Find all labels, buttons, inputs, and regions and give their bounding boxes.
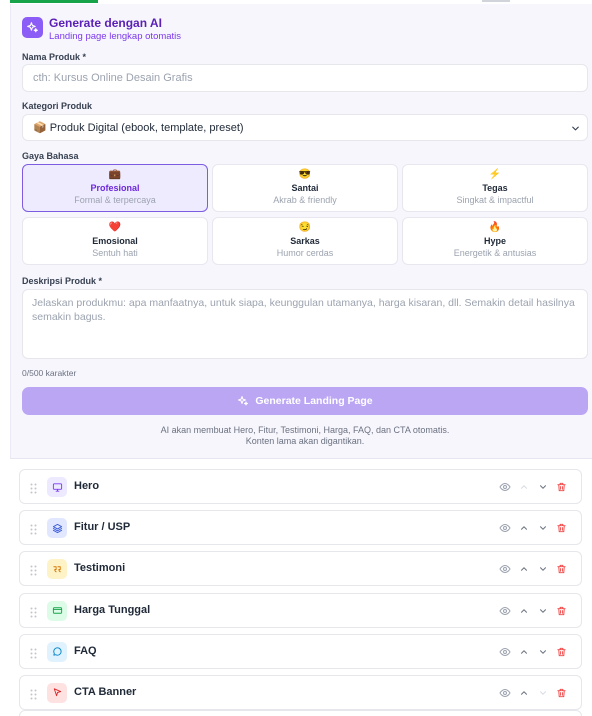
tone-option-emosional[interactable]: ❤️ Emosional Sentuh hati	[22, 217, 208, 265]
tone-emoji-icon: 😏	[298, 222, 312, 233]
chevron-up-icon[interactable]	[514, 562, 533, 576]
active-tab-indicator	[10, 0, 98, 3]
trash-icon[interactable]	[552, 686, 571, 700]
tone-name: Emosional	[92, 236, 138, 246]
chevron-down-icon[interactable]	[533, 562, 552, 576]
eye-icon[interactable]	[495, 604, 514, 618]
chevron-up-icon[interactable]	[514, 686, 533, 700]
trash-icon[interactable]	[552, 521, 571, 535]
tone-emoji-icon: 💼	[108, 169, 122, 180]
drag-handle-icon[interactable]	[30, 481, 37, 499]
trash-icon[interactable]	[552, 645, 571, 659]
section-list: Hero Fitur / USP Testimoni Harga Tunggal FAQ…	[19, 469, 582, 716]
tone-option-tegas[interactable]: ⚡ Tegas Singkat & impactful	[402, 164, 588, 212]
eye-icon[interactable]	[495, 562, 514, 576]
tone-description: Sentuh hati	[92, 248, 138, 258]
eye-icon[interactable]	[495, 521, 514, 535]
section-row-cta-banner[interactable]: CTA Banner	[19, 674, 582, 710]
tone-description: Formal & terpercaya	[74, 195, 156, 205]
sparkles-icon	[22, 17, 43, 38]
tone-name: Profesional	[90, 183, 140, 193]
drag-handle-icon[interactable]	[30, 522, 37, 540]
drag-handle-icon[interactable]	[30, 563, 37, 581]
tone-name: Santai	[291, 183, 319, 193]
tone-option-santai[interactable]: 😎 Santai Akrab & friendly	[212, 164, 398, 212]
trash-icon[interactable]	[552, 562, 571, 576]
quote-icon	[47, 559, 67, 580]
description-textarea[interactable]	[22, 289, 588, 359]
tone-name: Hype	[483, 236, 506, 246]
product-name-label: Nama Produk *	[22, 52, 87, 62]
section-name: Hero	[74, 480, 100, 492]
generate-note-line-2: Konten lama akan digantikan.	[245, 436, 365, 446]
section-row-hero[interactable]: Hero	[19, 469, 582, 504]
eye-icon[interactable]	[495, 480, 514, 494]
style-label: Gaya Bahasa	[22, 151, 79, 161]
section-row-partial	[19, 710, 582, 716]
section-row-faq[interactable]: FAQ	[19, 633, 582, 669]
tone-name: Sarkas	[290, 236, 320, 246]
tone-emoji-icon: ❤️	[108, 222, 122, 233]
tone-description: Akrab & friendly	[273, 195, 337, 205]
trash-icon[interactable]	[552, 604, 571, 618]
tone-description: Humor cerdas	[276, 248, 334, 258]
section-name: CTA Banner	[74, 685, 137, 698]
chevron-down-icon[interactable]	[533, 521, 552, 535]
chat-bubble-icon	[47, 641, 67, 662]
trash-icon[interactable]	[552, 480, 571, 494]
ai-panel-subtitle: Landing page lengkap otomatis	[49, 31, 182, 42]
section-name: Testimoni	[74, 562, 126, 575]
generate-landing-page-button[interactable]: Generate Landing Page	[22, 387, 588, 415]
generate-note: AI akan membuat Hero, Fitur, Testimoni, …	[22, 425, 588, 447]
ai-header: Generate dengan AI Landing page lengkap …	[22, 16, 181, 43]
category-selected-value: 📦 Produk Digital (ebook, template, prese…	[33, 122, 244, 134]
chevron-up-icon[interactable]	[514, 645, 533, 659]
tone-option-hype[interactable]: 🔥 Hype Energetik & antusias	[402, 217, 588, 265]
chevron-up-icon[interactable]	[514, 480, 533, 494]
section-row-harga-tunggal[interactable]: Harga Tunggal	[19, 592, 582, 628]
tone-description: Energetik & antusias	[453, 248, 537, 258]
product-name-input[interactable]	[22, 64, 588, 92]
section-row-fitur-usp[interactable]: Fitur / USP	[19, 510, 582, 546]
chevron-up-icon[interactable]	[514, 604, 533, 618]
category-label: Kategori Produk	[22, 101, 93, 111]
credit-card-icon	[47, 600, 67, 621]
tone-description: Singkat & impactful	[456, 195, 534, 205]
tone-emoji-icon: ⚡	[488, 169, 502, 180]
drag-handle-icon[interactable]	[30, 646, 37, 664]
tone-option-sarkas[interactable]: 😏 Sarkas Humor cerdas	[212, 217, 398, 265]
layers-icon	[47, 518, 67, 539]
tone-options: 💼 Profesional Formal & terpercaya 😎 Santai Ak…	[22, 164, 588, 265]
ai-generator-panel: Generate dengan AI Landing page lengkap …	[10, 4, 592, 459]
eye-icon[interactable]	[495, 686, 514, 700]
generate-note-line-1: AI akan membuat Hero, Fitur, Testimoni, …	[160, 425, 450, 435]
section-name: Harga Tunggal	[74, 603, 151, 616]
section-name: FAQ	[74, 644, 97, 657]
tone-name: Tegas	[482, 183, 508, 193]
cursor-icon	[47, 682, 67, 703]
sparkles-icon	[238, 396, 249, 406]
generate-button-label: Generate Landing Page	[255, 395, 373, 407]
chevron-up-icon[interactable]	[514, 521, 533, 535]
chevron-down-icon[interactable]	[533, 480, 552, 494]
tone-option-profesional[interactable]: 💼 Profesional Formal & terpercaya	[22, 164, 208, 212]
category-select[interactable]: 📦 Produk Digital (ebook, template, prese…	[22, 114, 588, 141]
tab-indicator	[482, 0, 510, 2]
drag-handle-icon[interactable]	[30, 687, 37, 705]
tone-emoji-icon: 😎	[298, 169, 312, 180]
ai-panel-title: Generate dengan AI	[49, 16, 162, 30]
section-name: Fitur / USP	[74, 521, 131, 534]
drag-handle-icon[interactable]	[30, 605, 37, 623]
chevron-down-icon[interactable]	[533, 645, 552, 659]
char-counter: 0/500 karakter	[22, 368, 77, 378]
tone-emoji-icon: 🔥	[488, 222, 502, 233]
section-row-testimoni[interactable]: Testimoni	[19, 551, 582, 587]
chevron-down-icon[interactable]	[533, 604, 552, 618]
description-label: Deskripsi Produk *	[22, 276, 103, 286]
monitor-icon	[47, 477, 67, 497]
chevron-down-icon	[570, 123, 581, 137]
chevron-down-icon[interactable]	[533, 686, 552, 700]
eye-icon[interactable]	[495, 645, 514, 659]
